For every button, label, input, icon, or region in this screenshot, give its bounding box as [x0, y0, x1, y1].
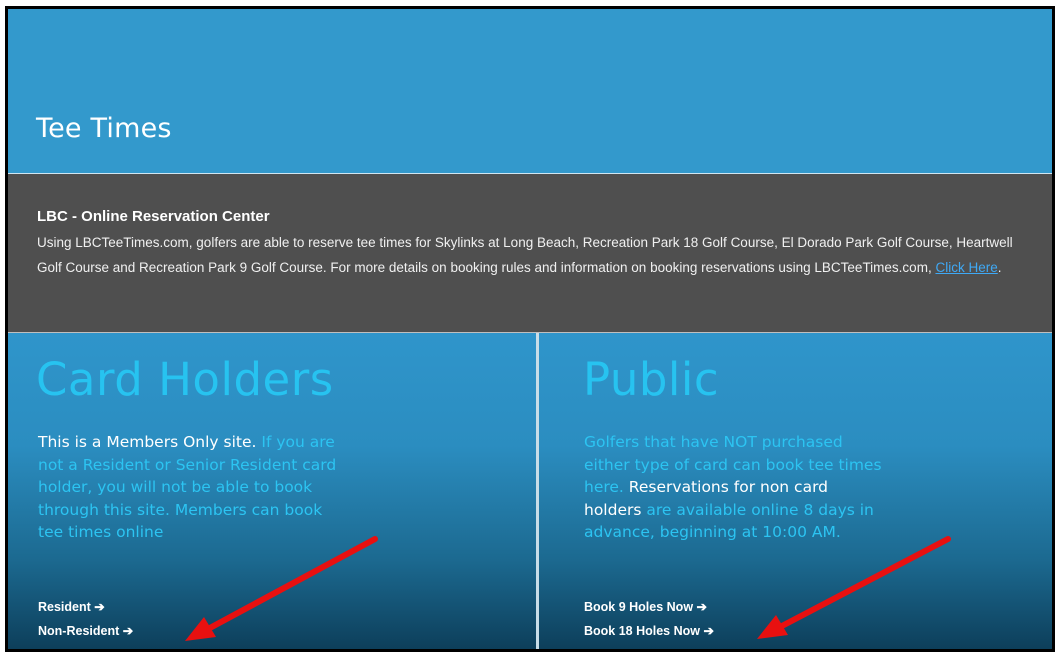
- book-9-holes-link[interactable]: Book 9 Holes Now ➔: [584, 595, 714, 619]
- reservation-info-panel: LBC - Online Reservation Center Using LB…: [8, 174, 1052, 333]
- public-description: Golfers that have NOT purchased either t…: [584, 431, 889, 544]
- screenshot-frame: Tee Times LBC - Online Reservation Cente…: [5, 6, 1055, 652]
- reservation-center-heading: LBC - Online Reservation Center: [37, 208, 270, 225]
- card-holders-links: Resident ➔ Non-Resident ➔: [38, 595, 133, 643]
- public-panel: Public Golfers that have NOT purchased e…: [539, 333, 1052, 649]
- public-links: Book 9 Holes Now ➔ Book 18 Holes Now ➔: [584, 595, 714, 643]
- booking-panels: Card Holders This is a Members Only site…: [8, 333, 1052, 649]
- page-title: Tee Times: [36, 113, 172, 144]
- card-holders-panel: Card Holders This is a Members Only site…: [8, 333, 536, 649]
- card-holders-description: This is a Members Only site. If you are …: [38, 431, 348, 544]
- non-resident-link[interactable]: Non-Resident ➔: [38, 619, 133, 643]
- public-title: Public: [583, 353, 720, 406]
- click-here-link[interactable]: Click Here: [935, 260, 997, 275]
- card-holders-title: Card Holders: [36, 353, 334, 406]
- description-trailing-period: .: [997, 260, 1002, 275]
- members-only-text: This is a Members Only site.: [38, 433, 257, 451]
- reservation-description-text: Using LBCTeeTimes.com, golfers are able …: [37, 235, 1013, 275]
- reservation-center-description: Using LBCTeeTimes.com, golfers are able …: [37, 230, 1027, 280]
- page-header: Tee Times: [8, 9, 1052, 174]
- book-18-holes-link[interactable]: Book 18 Holes Now ➔: [584, 619, 714, 643]
- resident-link[interactable]: Resident ➔: [38, 595, 133, 619]
